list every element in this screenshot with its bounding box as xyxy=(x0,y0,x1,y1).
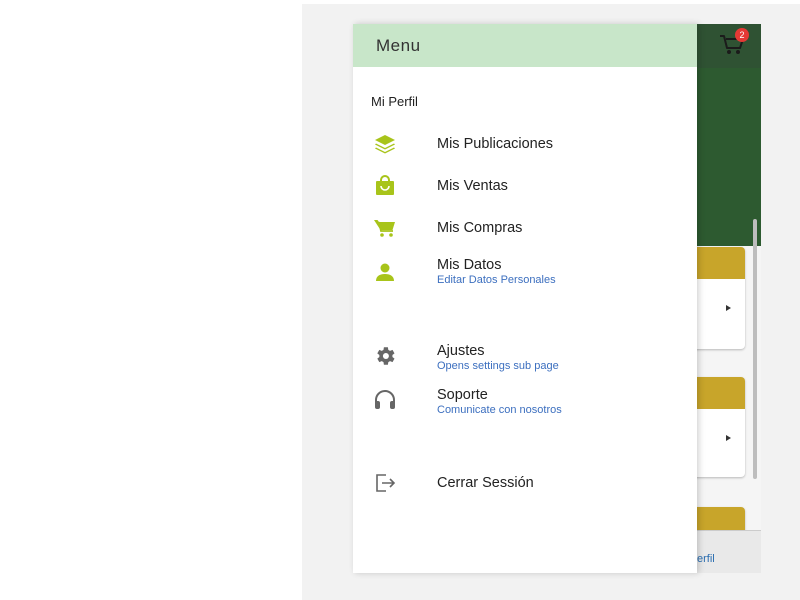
drawer-header: Menu xyxy=(353,24,697,67)
scrollbar[interactable] xyxy=(753,219,757,479)
logout-icon xyxy=(373,471,397,495)
cart-badge: 2 xyxy=(735,28,749,42)
menu-item-label: Ajustes xyxy=(437,343,485,359)
menu-item-subtitle: Opens settings sub page xyxy=(437,360,559,372)
menu-item-datos[interactable]: Mis Datos Editar Datos Personales xyxy=(353,254,697,294)
menu-item-publicaciones[interactable]: Mis Publicaciones xyxy=(353,128,697,168)
headset-icon xyxy=(373,388,397,412)
page: 2 erfil Menu Mi Perfil Mis Publicaciones… xyxy=(0,0,800,600)
navigation-drawer: Menu Mi Perfil Mis Publicaciones Mis Ven… xyxy=(353,24,697,573)
cart-button[interactable]: 2 xyxy=(719,28,749,58)
menu-item-label: Mis Publicaciones xyxy=(437,136,554,152)
bottom-nav-label: erfil xyxy=(697,553,715,565)
menu-item-label: Soporte xyxy=(437,387,488,403)
menu-item-subtitle: Editar Datos Personales xyxy=(437,274,556,286)
gear-icon xyxy=(373,344,397,368)
chevron-right-icon xyxy=(726,305,731,311)
profile-section-label: Mi Perfil xyxy=(371,94,418,109)
person-icon xyxy=(373,260,397,284)
menu-item-label: Mis Ventas xyxy=(437,178,508,194)
menu-item-ajustes[interactable]: Ajustes Opens settings sub page xyxy=(353,340,697,380)
menu-item-logout[interactable]: Cerrar Sessión xyxy=(353,467,697,507)
menu-item-label: Cerrar Sessión xyxy=(437,475,534,491)
cart-icon xyxy=(373,216,397,240)
menu-item-label: Mis Datos xyxy=(437,257,502,273)
menu-item-compras[interactable]: Mis Compras xyxy=(353,212,697,252)
shopping-bag-icon xyxy=(373,174,397,198)
menu-item-subtitle: Comunicate con nosotros xyxy=(437,404,562,416)
layers-icon xyxy=(373,132,397,156)
drawer-title: Menu xyxy=(376,35,421,55)
menu-item-ventas[interactable]: Mis Ventas xyxy=(353,170,697,210)
menu-item-label: Mis Compras xyxy=(437,220,523,236)
chevron-right-icon xyxy=(726,435,731,441)
menu-item-soporte[interactable]: Soporte Comunicate con nosotros xyxy=(353,384,697,424)
